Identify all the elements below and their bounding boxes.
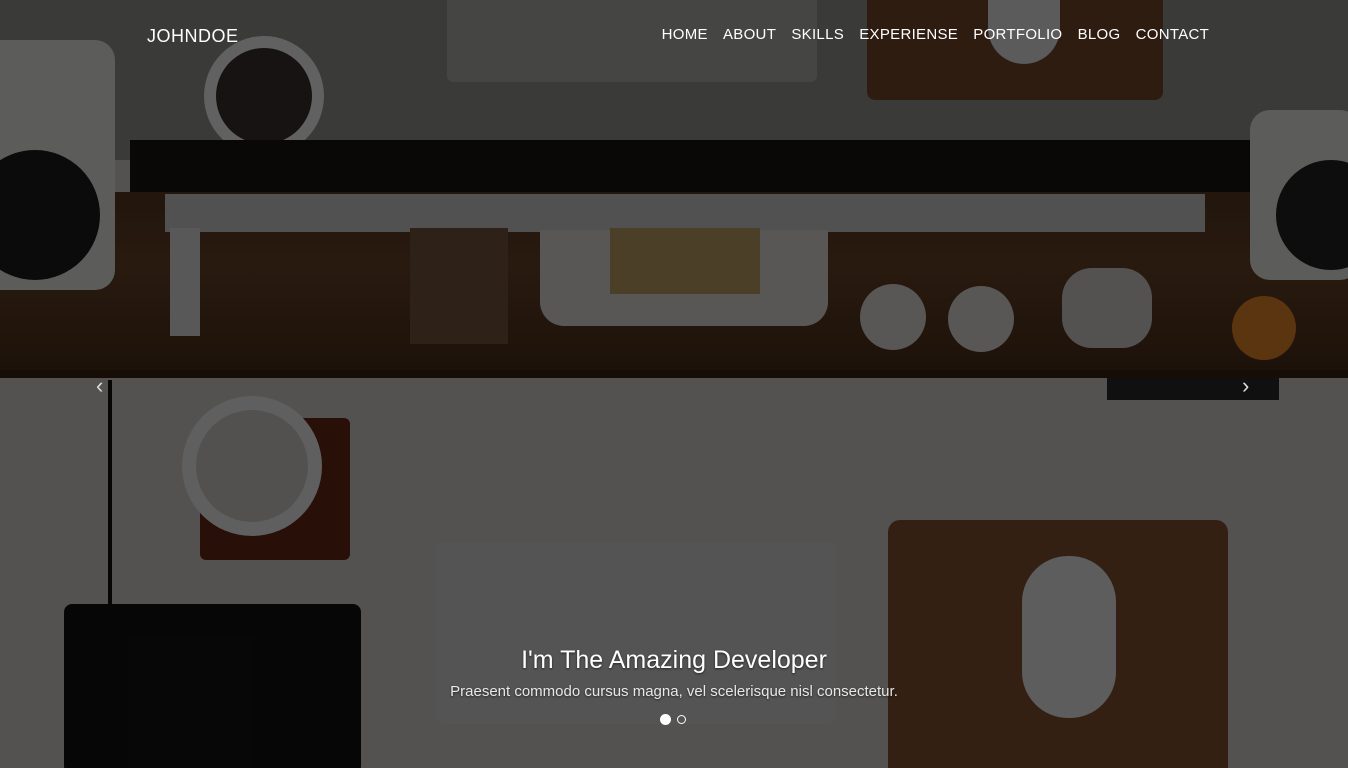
nav-item-about[interactable]: ABOUT	[715, 26, 783, 43]
nav-item-home[interactable]: HOME	[654, 26, 715, 43]
carousel-indicator-2[interactable]	[677, 715, 686, 724]
slide-subtitle: Praesent commodo cursus magna, vel scele…	[450, 683, 898, 700]
nav-item-contact[interactable]: CONTACT	[1128, 26, 1217, 43]
nav-item-blog[interactable]: BLOG	[1070, 26, 1128, 43]
nav-menu: HOME ABOUT SKILLS EXPERIENSE PORTFOLIO B…	[654, 26, 1217, 43]
chevron-left-icon[interactable]: ‹	[96, 374, 103, 398]
brand-logo[interactable]: JOHNDOE	[147, 26, 239, 47]
hero-carousel: JOHNDOE HOME ABOUT SKILLS EXPERIENSE POR…	[0, 0, 1348, 768]
chevron-right-icon[interactable]: ›	[1242, 374, 1249, 398]
nav-item-skills[interactable]: SKILLS	[784, 26, 852, 43]
carousel-indicators	[660, 714, 686, 725]
navbar: JOHNDOE HOME ABOUT SKILLS EXPERIENSE POR…	[0, 0, 1348, 72]
slide-title: I'm The Amazing Developer	[521, 646, 827, 674]
nav-item-portfolio[interactable]: PORTFOLIO	[966, 26, 1070, 43]
nav-item-experience[interactable]: EXPERIENSE	[852, 26, 966, 43]
carousel-indicator-1[interactable]	[660, 714, 671, 725]
